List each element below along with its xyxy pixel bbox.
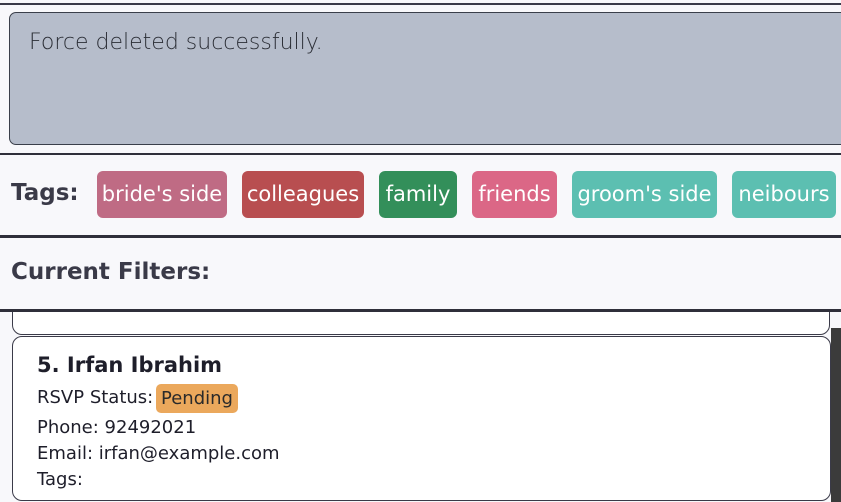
- list-scrollbar[interactable]: [831, 328, 841, 502]
- result-message: Force deleted successfully.: [29, 30, 323, 55]
- result-display: Force deleted successfully.: [9, 12, 841, 145]
- guest-card-previous[interactable]: [12, 312, 830, 335]
- guest-list[interactable]: 5. Irfan Ibrahim RSVP Status: Pending Ph…: [0, 312, 841, 502]
- divider: [0, 153, 841, 155]
- rsvp-status-label: RSVP Status:: [37, 387, 154, 408]
- top-divider: [0, 3, 841, 5]
- tag-grooms-side[interactable]: groom's side: [572, 171, 717, 218]
- tags-bar-label: Tags:: [11, 180, 79, 206]
- rsvp-status-badge: Pending: [156, 384, 238, 413]
- tag-friends[interactable]: friends: [472, 171, 557, 218]
- current-filters-label: Current Filters:: [11, 259, 211, 285]
- tag-family[interactable]: family: [379, 171, 457, 218]
- divider: [0, 235, 841, 238]
- guest-card[interactable]: 5. Irfan Ibrahim RSVP Status: Pending Ph…: [12, 336, 831, 501]
- guest-name: 5. Irfan Ibrahim: [37, 353, 223, 377]
- guest-phone: Phone: 92492021: [37, 417, 197, 438]
- tag-neibours[interactable]: neibours: [732, 171, 836, 218]
- tag-colleagues[interactable]: colleagues: [242, 171, 364, 218]
- guest-tags-label: Tags:: [37, 469, 83, 490]
- guest-email: Email: irfan@example.com: [37, 443, 280, 464]
- tag-brides-side[interactable]: bride's side: [97, 171, 227, 218]
